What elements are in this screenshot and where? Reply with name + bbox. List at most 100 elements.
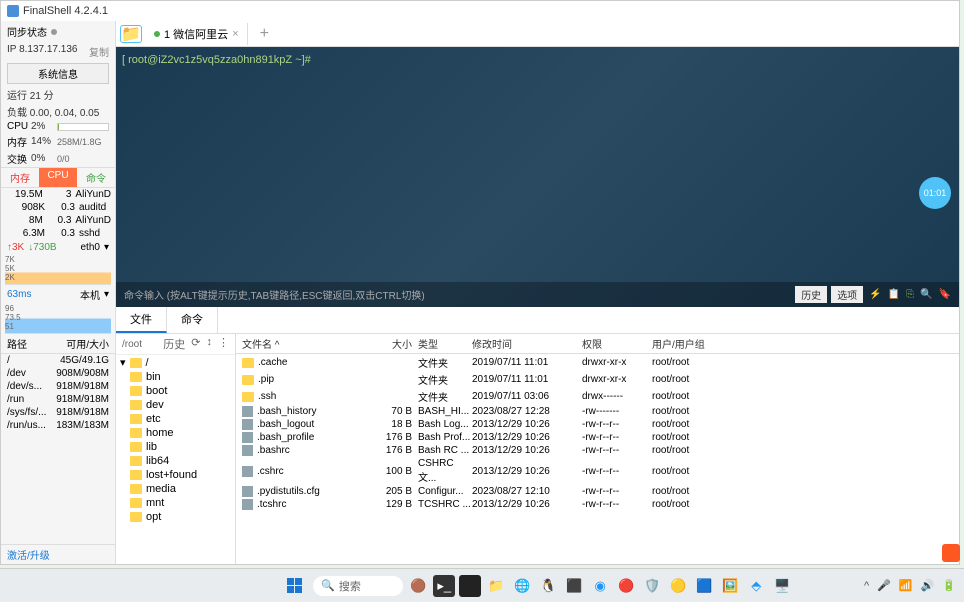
tree-item[interactable]: home xyxy=(116,426,235,440)
tree-item[interactable]: lib64 xyxy=(116,454,235,468)
cmd-input-hint[interactable]: 命令输入 (按ALT键提示历史,TAB键路径,ESC键返回,双击CTRL切换) xyxy=(124,287,795,302)
tab-cpu[interactable]: CPU xyxy=(39,168,77,187)
file-row[interactable]: .tcshrc129 BTCSHRC ...2013/12/29 10:26-r… xyxy=(236,498,959,511)
file-row[interactable]: .bash_profile176 BBash Prof...2013/12/29… xyxy=(236,431,959,444)
history-button[interactable]: 历史 xyxy=(795,286,827,303)
folder-icon xyxy=(130,414,142,424)
tab-commands[interactable]: 命令 xyxy=(167,307,218,333)
col-name[interactable]: 文件名 ^ xyxy=(242,336,362,351)
file-row[interactable]: .cshrc100 BCSHRC 文...2013/12/29 10:26-rw… xyxy=(236,457,959,485)
folder-icon xyxy=(130,498,142,508)
proc-tabs: 内存 CPU 命令 xyxy=(1,167,115,188)
network-chart: 7K5K2K xyxy=(5,255,111,285)
task-chrome[interactable]: 🔴 xyxy=(615,575,637,597)
tree-item[interactable]: dev xyxy=(116,398,235,412)
file-row[interactable]: .bashrc176 BBash RC ...2013/12/29 10:26-… xyxy=(236,444,959,457)
copy-icon[interactable]: ⎘ xyxy=(906,289,914,300)
disk-row: /sys/fs/...918M/918M xyxy=(1,406,115,419)
process-row[interactable]: 6.3M0.3sshd xyxy=(1,227,115,240)
mem-metric: 内存 14% 258M/1.8G xyxy=(1,133,115,150)
bottom-tabs: 文件 命令 xyxy=(116,307,959,334)
file-row[interactable]: .pip文件夹2019/07/11 11:01drwxr-xr-xroot/ro… xyxy=(236,371,959,388)
file-row[interactable]: .bash_history70 BBASH_HI...2023/08/27 12… xyxy=(236,405,959,418)
search-icon: 🔍 xyxy=(321,579,335,592)
process-row[interactable]: 908K0.3auditd xyxy=(1,201,115,214)
task-edge[interactable]: 🌐 xyxy=(511,575,533,597)
tab-files[interactable]: 文件 xyxy=(116,307,167,333)
file-row[interactable]: .ssh文件夹2019/07/11 03:06drwx------root/ro… xyxy=(236,388,959,405)
disk-row: /dev908M/908M xyxy=(1,367,115,380)
dropdown-icon[interactable]: ▾ xyxy=(104,242,109,253)
tab-mem[interactable]: 内存 xyxy=(1,168,39,187)
task-qq[interactable]: 🐧 xyxy=(537,575,559,597)
tree-item[interactable]: mnt xyxy=(116,496,235,510)
task-vscode[interactable]: ⬘ xyxy=(745,575,767,597)
clipboard-icon[interactable]: 📋 xyxy=(888,289,900,300)
menu-icon[interactable]: ⋮ xyxy=(218,336,229,352)
tray-battery-icon[interactable]: 🔋 xyxy=(942,579,956,592)
uptime: 运行 21 分 xyxy=(1,86,115,103)
file-icon xyxy=(242,419,253,430)
close-icon[interactable]: × xyxy=(232,28,238,40)
system-info-button[interactable]: 系统信息 xyxy=(7,63,109,84)
tree-item[interactable]: media xyxy=(116,482,235,496)
task-cmd[interactable] xyxy=(459,575,481,597)
task-app-1[interactable]: 🟤 xyxy=(407,575,429,597)
file-row[interactable]: .bash_logout18 BBash Log...2013/12/29 10… xyxy=(236,418,959,431)
add-tab-button[interactable]: + xyxy=(252,25,277,43)
tree-item[interactable]: etc xyxy=(116,412,235,426)
tray-wifi-icon[interactable]: 📶 xyxy=(899,579,913,592)
file-row[interactable]: .pydistutils.cfg205 BConfigur...2023/08/… xyxy=(236,485,959,498)
sync-icon[interactable]: ↕ xyxy=(207,336,213,352)
tree-item[interactable]: boot xyxy=(116,384,235,398)
file-row[interactable]: .cache文件夹2019/07/11 11:01drwxr-xr-xroot/… xyxy=(236,354,959,371)
folder-icon xyxy=(130,442,142,452)
folder-icon xyxy=(130,386,142,396)
copy-link[interactable]: 复制 xyxy=(89,44,109,59)
bookmark-icon[interactable]: 🔖 xyxy=(939,289,951,300)
folder-icon xyxy=(242,358,254,368)
refresh-icon[interactable]: ⟳ xyxy=(191,336,200,352)
file-tree: /root 历史 ⟳ ↕ ⋮ ▾ / binbootdevetchomeli xyxy=(116,334,236,564)
terminal[interactable]: [ root@iZ2vc1z5vq5zza0hn891kpZ ~]# 01:01… xyxy=(116,47,959,307)
task-finalshell[interactable]: 🖥️ xyxy=(771,575,793,597)
search-icon[interactable]: 🔍 xyxy=(920,289,932,300)
tree-item[interactable]: opt xyxy=(116,510,235,524)
start-button[interactable] xyxy=(279,574,309,598)
process-row[interactable]: 19.5M3AliYunD xyxy=(1,188,115,201)
taskbar: 🔍 搜索 🟤 ▸_ 📁 🌐 🐧 ⬛ ◉ 🔴 🛡️ 🟡 🟦 🖼️ ⬘ 🖥️ ^ 🎤… xyxy=(0,568,964,602)
task-app-2[interactable]: ⬛ xyxy=(563,575,585,597)
taskbar-search[interactable]: 🔍 搜索 xyxy=(313,576,403,596)
col-owner[interactable]: 用户/用户组 xyxy=(652,336,712,351)
col-date[interactable]: 修改时间 xyxy=(472,336,582,351)
tree-item[interactable]: bin xyxy=(116,370,235,384)
notification-badge[interactable] xyxy=(942,544,960,562)
task-app-6[interactable]: 🖼️ xyxy=(719,575,741,597)
task-app-4[interactable]: 🟡 xyxy=(667,575,689,597)
session-tab[interactable]: 1 微信阿里云 × xyxy=(146,23,248,45)
activate-link[interactable]: 激活/升级 xyxy=(1,544,115,564)
tab-cmd[interactable]: 命令 xyxy=(77,168,115,187)
task-app-5[interactable]: 🟦 xyxy=(693,575,715,597)
tree-hist[interactable]: 历史 xyxy=(163,336,185,352)
ip-row: IP 8.137.17.136 复制 xyxy=(1,42,115,61)
process-row[interactable]: 8M0.3AliYunD xyxy=(1,214,115,227)
option-button[interactable]: 选项 xyxy=(831,286,863,303)
task-explorer[interactable]: 📁 xyxy=(485,575,507,597)
tree-root[interactable]: ▾ / xyxy=(116,355,235,370)
app-icon xyxy=(7,5,19,17)
tree-item[interactable]: lib xyxy=(116,440,235,454)
col-perm[interactable]: 权限 xyxy=(582,336,652,351)
col-size[interactable]: 大小 xyxy=(362,336,412,351)
bolt-icon[interactable]: ⚡ xyxy=(869,289,881,300)
dropdown-icon[interactable]: ▾ xyxy=(104,289,109,300)
tray-chevron-icon[interactable]: ^ xyxy=(864,580,869,592)
task-terminal[interactable]: ▸_ xyxy=(433,575,455,597)
tree-item[interactable]: lost+found xyxy=(116,468,235,482)
tray-mic-icon[interactable]: 🎤 xyxy=(877,579,891,592)
task-app-3[interactable]: ◉ xyxy=(589,575,611,597)
tray-volume-icon[interactable]: 🔊 xyxy=(921,579,935,592)
task-shield[interactable]: 🛡️ xyxy=(641,575,663,597)
open-folder-button[interactable]: 📁 xyxy=(120,25,142,43)
col-type[interactable]: 类型 xyxy=(412,336,472,351)
